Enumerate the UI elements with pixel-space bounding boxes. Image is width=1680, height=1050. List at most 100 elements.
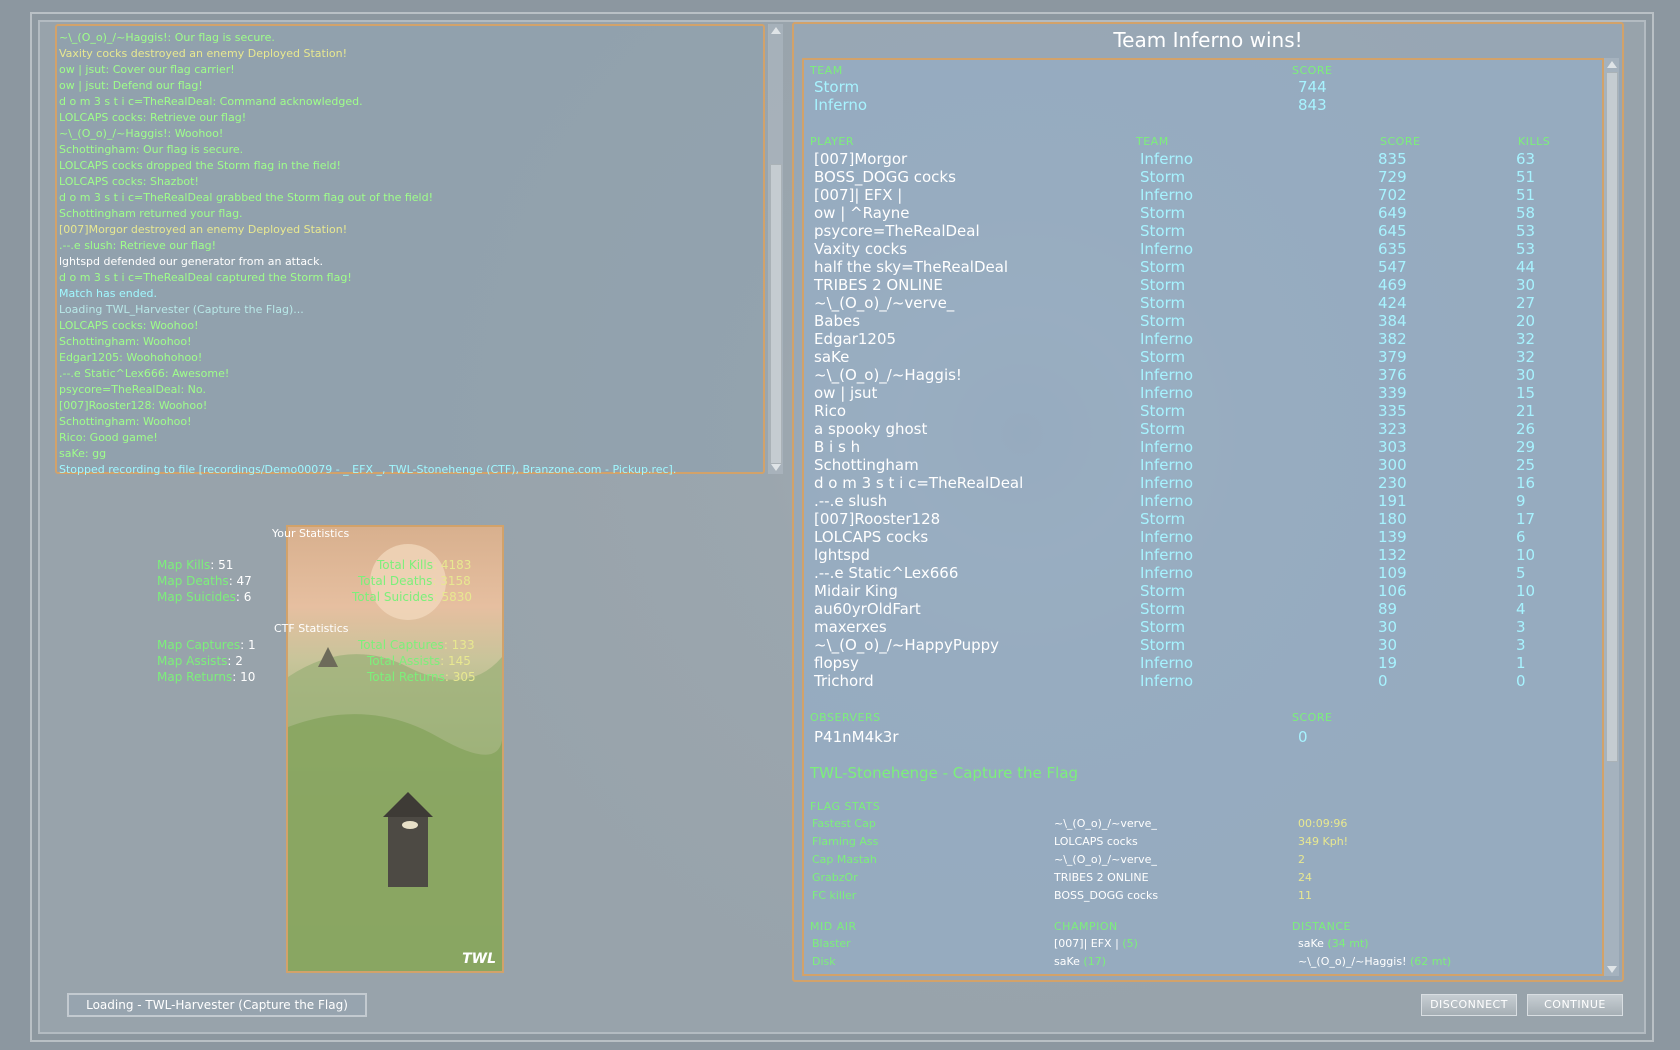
player-team: Inferno xyxy=(1140,672,1194,690)
scoreboard-scrollbar[interactable] xyxy=(1604,58,1619,976)
player-team: Storm xyxy=(1140,258,1186,276)
flag-stat-value: 2 xyxy=(1298,853,1305,866)
scoreboard-panel: Team Inferno wins! TEAM SCORE Storm 744 In… xyxy=(792,22,1624,982)
player-team: Storm xyxy=(1140,222,1186,240)
player-score: 230 xyxy=(1378,474,1407,492)
map-returns: Map Returns: 10 xyxy=(157,670,256,684)
player-team: Storm xyxy=(1140,582,1186,600)
scroll-thumb[interactable] xyxy=(1606,72,1618,762)
total-returns: Total Returns: 305 xyxy=(367,670,476,684)
player-team-header: TEAM xyxy=(1136,135,1169,148)
flag-stat-player: TRIBES 2 ONLINE xyxy=(1054,871,1149,884)
midair-weapon: Blaster xyxy=(812,937,851,950)
player-name: TRIBES 2 ONLINE xyxy=(814,276,943,294)
midair-champion: saKe (17) xyxy=(1054,955,1106,968)
scroll-thumb[interactable] xyxy=(770,164,782,464)
player-score: 339 xyxy=(1378,384,1407,402)
flag-stat-value: 00:09:96 xyxy=(1298,817,1348,830)
player-kills: 51 xyxy=(1516,186,1536,204)
player-team: Storm xyxy=(1140,276,1186,294)
chat-line: lghtspd defended our generator from an a… xyxy=(59,255,323,268)
player-score: 335 xyxy=(1378,402,1407,420)
team-name: Inferno xyxy=(814,96,868,114)
player-name: ow | jsut xyxy=(814,384,878,402)
player-score: 382 xyxy=(1378,330,1407,348)
midair-distance-value: (62 mt) xyxy=(1410,955,1452,968)
total-suicides: Total Suicides: 5830 xyxy=(352,590,472,604)
player-score: 547 xyxy=(1378,258,1407,276)
player-kills: 21 xyxy=(1516,402,1536,420)
player-kills: 1 xyxy=(1516,654,1526,672)
player-score: 376 xyxy=(1378,366,1407,384)
player-team: Inferno xyxy=(1140,564,1194,582)
midair-champion-count: (17) xyxy=(1083,955,1106,968)
player-name: flopsy xyxy=(814,654,859,672)
disconnect-button[interactable]: DISCONNECT xyxy=(1421,994,1517,1016)
player-score: 635 xyxy=(1378,240,1407,258)
player-score: 30 xyxy=(1378,618,1398,636)
flag-stat-label: Cap Mastah xyxy=(812,853,877,866)
total-deaths: Total Deaths: 3158 xyxy=(358,574,471,588)
player-header: PLAYER xyxy=(810,135,854,148)
player-score: 0 xyxy=(1378,672,1388,690)
player-team: Inferno xyxy=(1140,456,1194,474)
chat-line: Match has ended. xyxy=(59,287,157,300)
chat-line: Schottingham: Our flag is secure. xyxy=(59,143,244,156)
player-team: Inferno xyxy=(1140,240,1194,258)
total-captures: Total Captures: 133 xyxy=(358,638,475,652)
observer-score: 0 xyxy=(1298,728,1308,746)
flag-stat-label: FC killer xyxy=(812,889,857,902)
player-kills: 10 xyxy=(1516,582,1536,600)
scroll-up-arrow-icon[interactable] xyxy=(771,27,781,34)
team-header: TEAM xyxy=(810,64,843,77)
chat-line: saKe: gg xyxy=(59,447,107,460)
chat-line: Schottingham: Woohoo! xyxy=(59,415,192,428)
player-name: Trichord xyxy=(814,672,874,690)
observers-score-header: SCORE xyxy=(1292,711,1333,724)
team-name: Storm xyxy=(814,78,860,96)
scoreboard-content: TEAM SCORE Storm 744 Inferno 843 PLAYER TEA… xyxy=(802,58,1604,976)
player-kills: 53 xyxy=(1516,222,1536,240)
player-team: Inferno xyxy=(1140,654,1194,672)
player-score: 835 xyxy=(1378,150,1407,168)
chat-line: Schottingham returned your flag. xyxy=(59,207,243,220)
player-kills: 6 xyxy=(1516,528,1526,546)
scroll-down-arrow-icon[interactable] xyxy=(771,464,781,471)
chat-line: LOLCAPS cocks dropped the Storm flag in … xyxy=(59,159,341,172)
player-score: 180 xyxy=(1378,510,1407,528)
chat-line: [007]Morgor destroyed an enemy Deployed … xyxy=(59,223,348,236)
player-name: .--.e Static^Lex666 xyxy=(814,564,959,582)
player-name: Midair King xyxy=(814,582,898,600)
scroll-down-arrow-icon[interactable] xyxy=(1607,966,1617,973)
player-name: ~\_(O_o)_/~HappyPuppy xyxy=(814,636,1000,654)
chat-line: Edgar1205: Woohohohoo! xyxy=(59,351,203,364)
player-team: Storm xyxy=(1140,510,1186,528)
chat-line: Loading TWL_Harvester (Capture the Flag)… xyxy=(59,303,304,316)
flag-stat-value: 24 xyxy=(1298,871,1312,884)
player-team: Storm xyxy=(1140,204,1186,222)
player-kills: 3 xyxy=(1516,618,1526,636)
player-team: Storm xyxy=(1140,168,1186,186)
map-assists: Map Assists: 2 xyxy=(157,654,243,668)
continue-button[interactable]: CONTINUE xyxy=(1527,994,1623,1016)
player-score-header: SCORE xyxy=(1380,135,1421,148)
player-kills: 9 xyxy=(1516,492,1526,510)
total-assists: Total Assists: 145 xyxy=(367,654,471,668)
flag-stat-value: 349 Kph! xyxy=(1298,835,1349,848)
chat-line: .--.e slush: Retrieve our flag! xyxy=(59,239,216,252)
player-score: 645 xyxy=(1378,222,1407,240)
player-kills: 27 xyxy=(1516,294,1536,312)
flag-stat-label: Fastest Cap xyxy=(812,817,876,830)
player-team: Storm xyxy=(1140,402,1186,420)
player-kills: 15 xyxy=(1516,384,1536,402)
player-score: 379 xyxy=(1378,348,1407,366)
player-name: Schottingham xyxy=(814,456,919,474)
observer-name: P41nM4k3r xyxy=(814,728,899,746)
scroll-up-arrow-icon[interactable] xyxy=(1607,61,1617,68)
player-name: Rico xyxy=(814,402,847,420)
player-name: ~\_(O_o)_/~verve_ xyxy=(814,294,955,312)
chat-scrollbar[interactable] xyxy=(768,24,783,474)
chat-line: ~\_(O_o)_/~Haggis!: Our flag is secure. xyxy=(59,31,275,44)
distance-header: DISTANCE xyxy=(1292,920,1351,933)
chat-line: d o m 3 s t i c=TheRealDeal: Command ack… xyxy=(59,95,363,108)
